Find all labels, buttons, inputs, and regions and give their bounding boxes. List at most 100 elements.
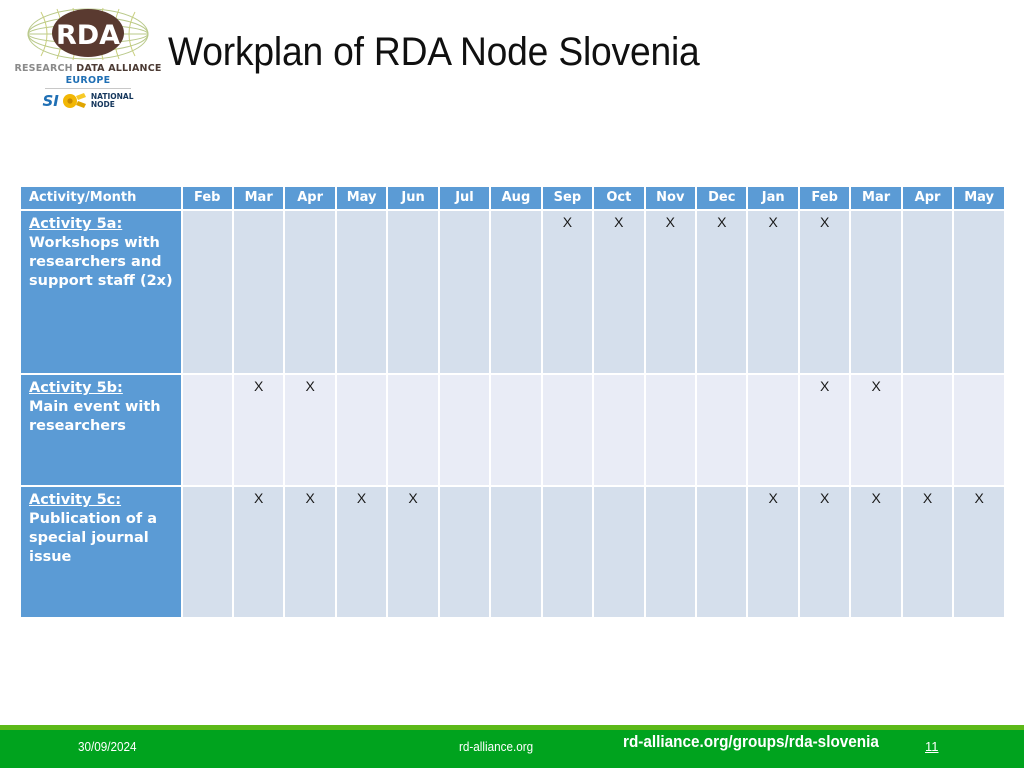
column-header-month: May bbox=[336, 187, 387, 209]
table-row: Activity 5c: Publication of a special jou… bbox=[21, 487, 1004, 617]
table-row: Activity 5b: Main event with researchers X… bbox=[21, 375, 1004, 485]
slide-footer: 30/09/2024 rd-alliance.org rd-alliance.o… bbox=[0, 725, 1024, 768]
page-title: Workplan of RDA Node Slovenia bbox=[168, 30, 700, 74]
schedule-cell bbox=[748, 375, 798, 485]
schedule-cell: X bbox=[799, 375, 850, 485]
rda-globe-icon: RDA bbox=[23, 6, 153, 62]
column-header-month: May bbox=[954, 187, 1004, 209]
schedule-cell bbox=[902, 211, 953, 373]
schedule-cell bbox=[491, 211, 541, 373]
schedule-cell: X bbox=[799, 487, 850, 617]
rda-europe-logo: RDA RESEARCH DATA ALLIANCE EUROPE SI NAT… bbox=[14, 6, 161, 124]
schedule-cell: X bbox=[954, 487, 1004, 617]
schedule-cell bbox=[645, 375, 696, 485]
column-header-month: Dec bbox=[697, 187, 747, 209]
svg-text:RDA: RDA bbox=[56, 20, 120, 51]
schedule-cell bbox=[491, 487, 541, 617]
schedule-cell bbox=[336, 375, 387, 485]
schedule-cell: X bbox=[233, 487, 284, 617]
schedule-cell bbox=[182, 487, 232, 617]
activity-label-cell: Activity 5b: Main event with researchers bbox=[21, 375, 181, 485]
column-header-month: Jun bbox=[388, 187, 438, 209]
activity-description: Publication of a special journal issue bbox=[29, 511, 157, 565]
column-header-month: Apr bbox=[902, 187, 953, 209]
footer-accent-stripe bbox=[0, 725, 1024, 730]
column-header-month: Sep bbox=[542, 187, 593, 209]
schedule-cell bbox=[594, 375, 644, 485]
column-header-month: Oct bbox=[594, 187, 644, 209]
national-node-label: NATIONAL NODE bbox=[90, 92, 134, 110]
schedule-cell bbox=[542, 375, 593, 485]
column-header-month: Nov bbox=[645, 187, 696, 209]
schedule-cell bbox=[851, 211, 901, 373]
table-row: Activity 5a: Workshops with researchers a… bbox=[21, 211, 1004, 373]
schedule-cell: X bbox=[285, 487, 335, 617]
schedule-cell bbox=[182, 375, 232, 485]
activity-label-cell: Activity 5c: Publication of a special jou… bbox=[21, 487, 181, 617]
footer-page-number: 11 bbox=[925, 739, 939, 754]
column-header-month: Aug bbox=[491, 187, 541, 209]
column-header-activity: Activity/Month bbox=[21, 187, 181, 209]
schedule-cell bbox=[336, 211, 387, 373]
schedule-cell: X bbox=[336, 487, 387, 617]
column-header-month: Jul bbox=[439, 187, 490, 209]
activity-id: Activity 5b: bbox=[29, 380, 123, 396]
schedule-cell: X bbox=[799, 211, 850, 373]
schedule-cell bbox=[233, 211, 284, 373]
activity-label-cell: Activity 5a: Workshops with researchers a… bbox=[21, 211, 181, 373]
activity-id: Activity 5c: bbox=[29, 492, 122, 508]
schedule-cell: X bbox=[388, 487, 438, 617]
schedule-cell: X bbox=[851, 487, 901, 617]
schedule-cell: X bbox=[233, 375, 284, 485]
activity-description: Workshops with researchers and support s… bbox=[29, 235, 173, 289]
rda-wordmark: RESEARCH DATA ALLIANCE bbox=[14, 63, 161, 74]
schedule-cell bbox=[439, 487, 490, 617]
schedule-cell: X bbox=[902, 487, 953, 617]
schedule-cell bbox=[388, 211, 438, 373]
workplan-table-container: Activity/Month Feb Mar Apr May Jun Jul Aug Sep O… bbox=[19, 185, 1008, 619]
schedule-cell bbox=[697, 487, 747, 617]
schedule-cell bbox=[491, 375, 541, 485]
node-connector-icon bbox=[62, 92, 88, 110]
schedule-cell: X bbox=[748, 211, 798, 373]
table-header-row: Activity/Month Feb Mar Apr May Jun Jul Aug Sep O… bbox=[21, 187, 1004, 209]
column-header-month: Mar bbox=[851, 187, 901, 209]
schedule-cell: X bbox=[285, 375, 335, 485]
rda-region-label: EUROPE bbox=[65, 75, 111, 86]
column-header-month: Feb bbox=[799, 187, 850, 209]
column-header-month: Jan bbox=[748, 187, 798, 209]
schedule-cell bbox=[954, 375, 1004, 485]
footer-date: 30/09/2024 bbox=[78, 739, 137, 754]
schedule-cell: X bbox=[748, 487, 798, 617]
schedule-cell bbox=[388, 375, 438, 485]
activity-id: Activity 5a: bbox=[29, 216, 123, 232]
footer-site-link[interactable]: rd-alliance.org bbox=[459, 739, 533, 754]
slide-header: RDA RESEARCH DATA ALLIANCE EUROPE SI NAT… bbox=[0, 0, 1024, 140]
schedule-cell bbox=[697, 375, 747, 485]
schedule-cell bbox=[645, 487, 696, 617]
schedule-cell: X bbox=[697, 211, 747, 373]
si-country-code: SI bbox=[42, 91, 59, 110]
rda-wordmark-data-alliance: DATA ALLIANCE bbox=[76, 63, 162, 74]
schedule-cell: X bbox=[594, 211, 644, 373]
si-national-node-logo: SI NATIONAL NODE bbox=[42, 92, 133, 110]
activity-description: Main event with researchers bbox=[29, 399, 161, 434]
logo-divider bbox=[45, 88, 131, 89]
schedule-cell: X bbox=[645, 211, 696, 373]
schedule-cell: X bbox=[542, 211, 593, 373]
workplan-table: Activity/Month Feb Mar Apr May Jun Jul Aug Sep O… bbox=[19, 185, 1006, 619]
schedule-cell bbox=[439, 211, 490, 373]
schedule-cell bbox=[542, 487, 593, 617]
schedule-cell bbox=[594, 487, 644, 617]
schedule-cell bbox=[902, 375, 953, 485]
national-node-line2: NODE bbox=[90, 100, 115, 109]
schedule-cell bbox=[285, 211, 335, 373]
footer-group-url[interactable]: rd-alliance.org/groups/rda-slovenia bbox=[623, 732, 879, 752]
schedule-cell bbox=[439, 375, 490, 485]
schedule-cell bbox=[954, 211, 1004, 373]
schedule-cell: X bbox=[851, 375, 901, 485]
schedule-cell bbox=[182, 211, 232, 373]
column-header-month: Feb bbox=[182, 187, 232, 209]
column-header-month: Mar bbox=[233, 187, 284, 209]
rda-wordmark-research: RESEARCH bbox=[14, 63, 77, 74]
